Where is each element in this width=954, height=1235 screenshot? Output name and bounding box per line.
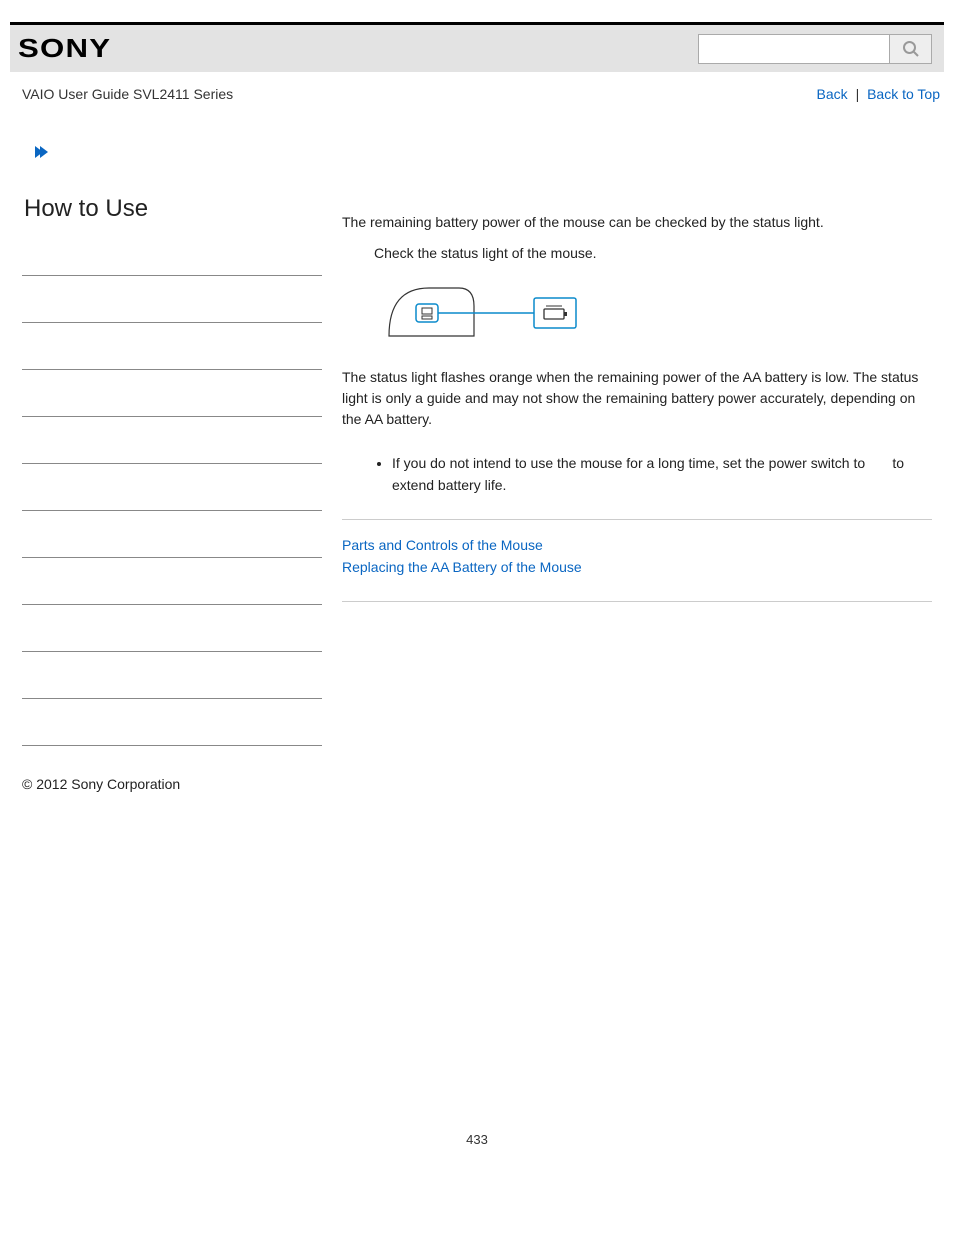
hint-prefix: If you do not intend to use the mouse fo…	[392, 455, 869, 471]
sidebar-item[interactable]	[22, 464, 322, 511]
hint-item: If you do not intend to use the mouse fo…	[392, 452, 932, 497]
sidebar: How to Use	[22, 132, 322, 746]
sidebar-heading: How to Use	[22, 195, 322, 229]
back-link[interactable]: Back	[817, 86, 848, 102]
sidebar-item[interactable]	[22, 417, 322, 464]
sidebar-item[interactable]	[22, 370, 322, 417]
search-icon	[902, 40, 920, 58]
sidebar-item[interactable]	[22, 558, 322, 605]
search-button[interactable]	[889, 35, 931, 63]
sidebar-item[interactable]	[22, 652, 322, 699]
divider	[342, 601, 932, 602]
page-number: 433	[0, 1132, 954, 1167]
hint-list: If you do not intend to use the mouse fo…	[342, 452, 932, 497]
mouse-diagram	[374, 276, 932, 349]
sub-header: VAIO User Guide SVL2411 Series Back | Ba…	[0, 72, 954, 112]
sidebar-item[interactable]	[22, 229, 322, 276]
guide-title: VAIO User Guide SVL2411 Series	[22, 86, 233, 102]
back-to-top-link[interactable]: Back to Top	[867, 86, 940, 102]
arrow-icon	[34, 142, 322, 165]
related-link-battery[interactable]: Replacing the AA Battery of the Mouse	[342, 556, 932, 578]
related-link-parts[interactable]: Parts and Controls of the Mouse	[342, 534, 932, 556]
intro-text: The remaining battery power of the mouse…	[342, 212, 932, 233]
sony-logo: SONY	[18, 33, 111, 64]
nav-links: Back | Back to Top	[817, 86, 940, 102]
sidebar-item[interactable]	[22, 276, 322, 323]
status-text: The status light flashes orange when the…	[342, 367, 932, 430]
sidebar-item[interactable]	[22, 699, 322, 746]
sidebar-item[interactable]	[22, 605, 322, 652]
hint-blank	[869, 455, 888, 471]
header-bar: SONY	[10, 22, 944, 72]
content-wrap: How to Use The remaining battery power o…	[0, 112, 954, 746]
related-links: Parts and Controls of the Mouse Replacin…	[342, 534, 932, 579]
sidebar-item[interactable]	[22, 511, 322, 558]
search-input[interactable]	[699, 35, 889, 63]
main-content: The remaining battery power of the mouse…	[342, 132, 932, 746]
search-box	[698, 34, 932, 64]
step-text: Check the status light of the mouse.	[342, 243, 932, 264]
nav-separator: |	[856, 86, 860, 102]
divider	[342, 519, 932, 520]
sidebar-item[interactable]	[22, 323, 322, 370]
copyright: © 2012 Sony Corporation	[0, 746, 954, 792]
